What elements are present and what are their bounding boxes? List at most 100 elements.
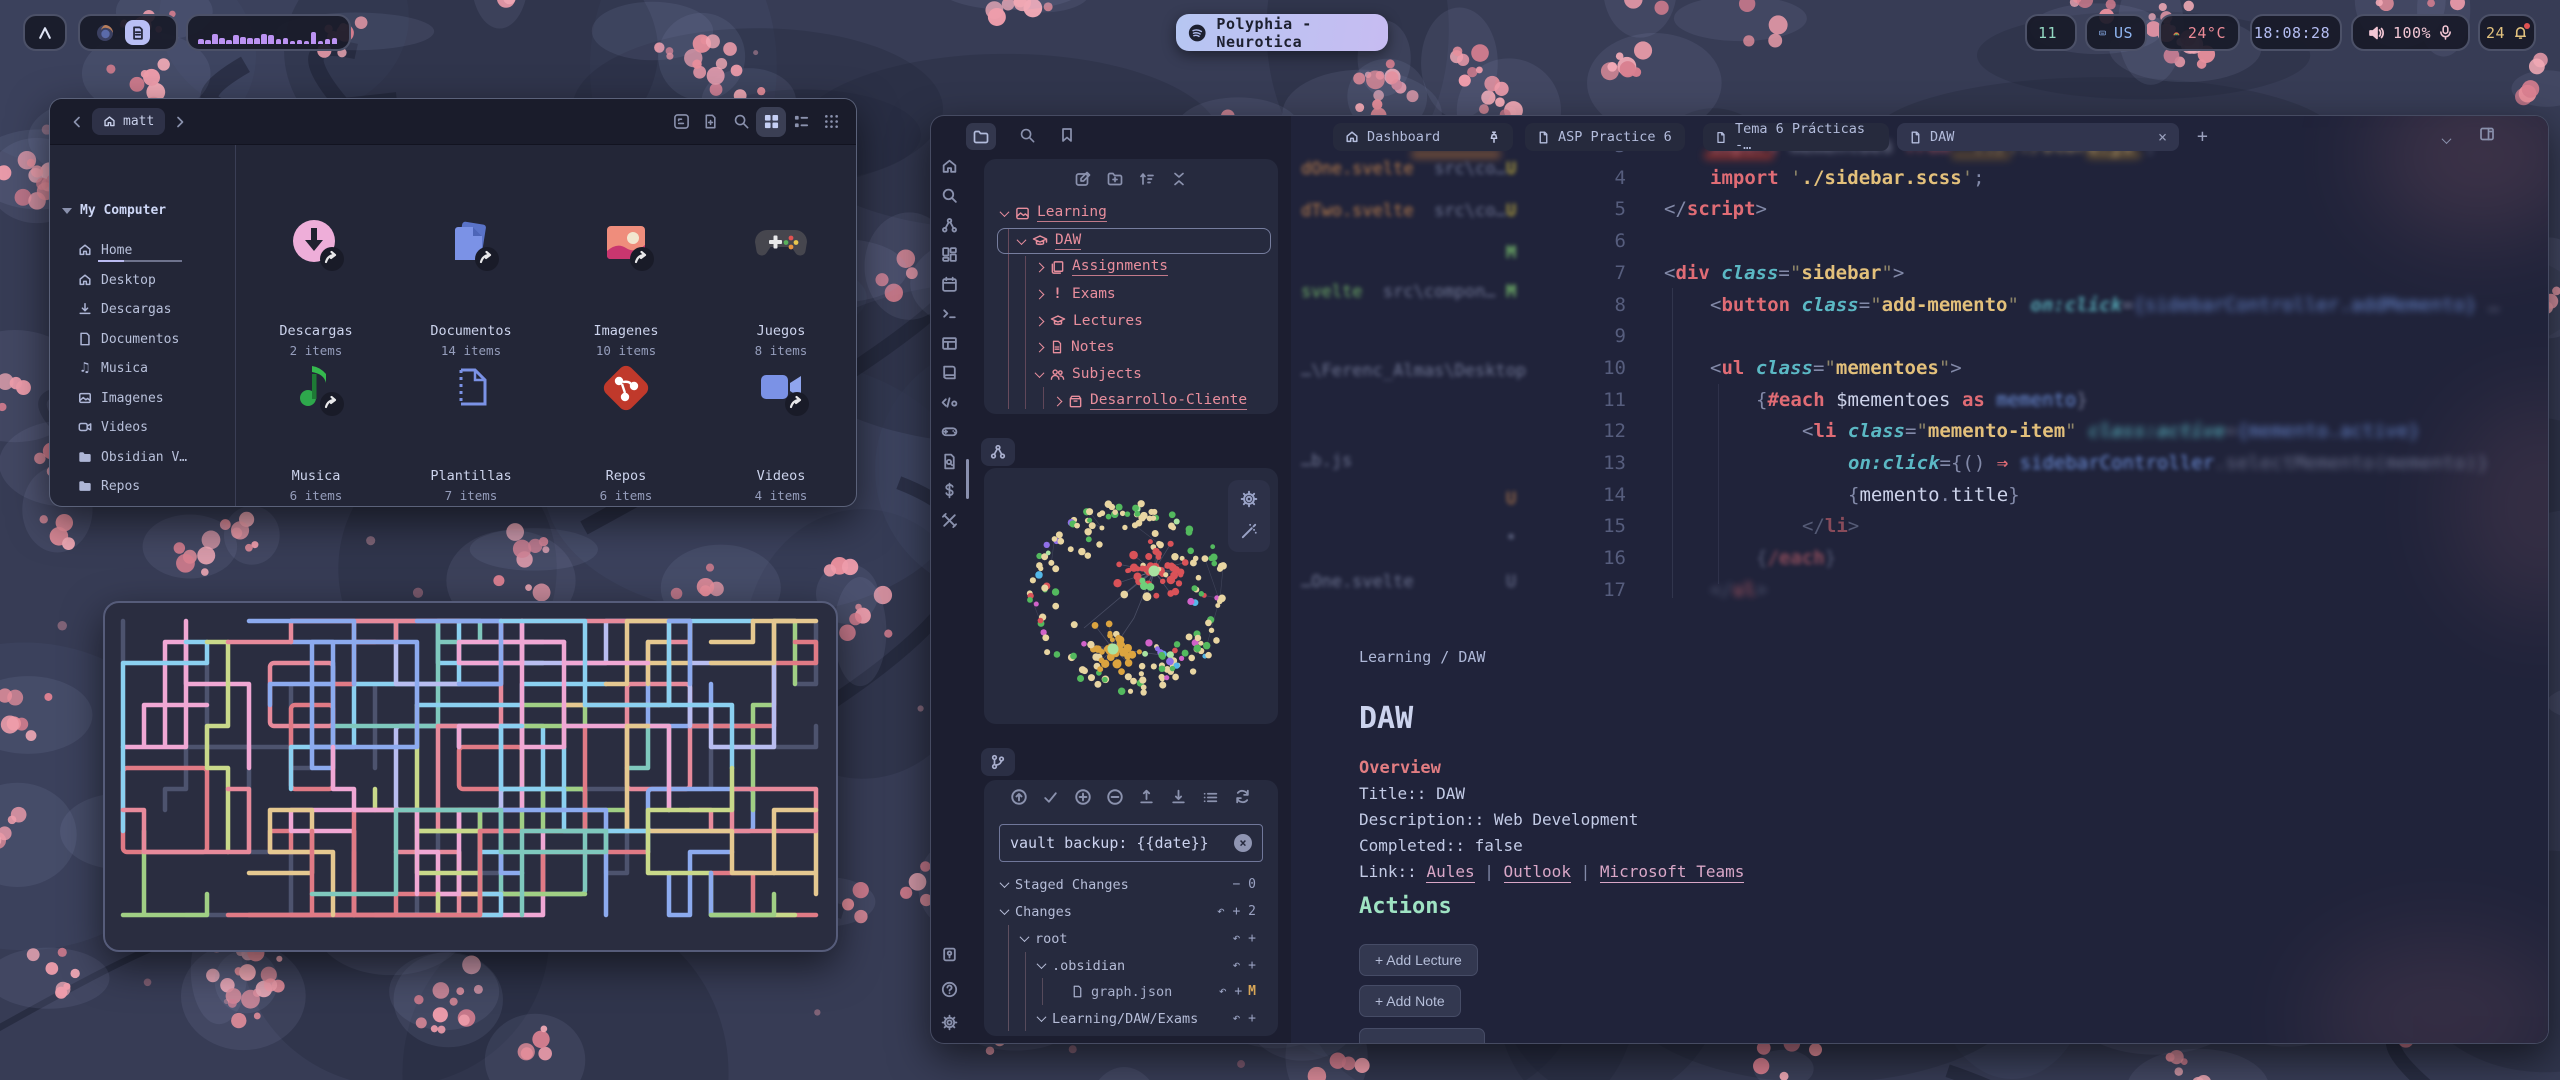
volume-widget[interactable]: 100% — [2351, 14, 2470, 51]
git-row-staged-changes[interactable]: Staged Changes− 0 — [984, 871, 1278, 898]
clock-widget[interactable]: 18:08:28 — [2250, 14, 2342, 51]
ribbon-dashboard-icon[interactable] — [939, 244, 959, 264]
home-icon — [1345, 130, 1359, 144]
split-view-button[interactable] — [2479, 126, 2495, 142]
ribbon-crossed-tools-icon[interactable] — [939, 510, 959, 530]
ribbon-terminal-icon[interactable] — [939, 303, 959, 323]
collapse-all-button[interactable] — [1171, 171, 1187, 187]
ribbon-dollar-icon[interactable] — [939, 480, 959, 500]
git-commit-push-button[interactable] — [1010, 788, 1028, 806]
git-push-button[interactable] — [1138, 788, 1156, 806]
tree-row-lectures[interactable]: Lectures — [984, 308, 1278, 334]
tab-dashboard[interactable]: Dashboard — [1333, 123, 1513, 151]
tab-daw[interactable]: DAW × — [1897, 123, 2179, 151]
git-changelist-button[interactable] — [1202, 789, 1220, 807]
clear-commit-button[interactable]: × — [1234, 834, 1252, 852]
graph-view-tab[interactable] — [981, 438, 1015, 466]
open-terminal-button[interactable] — [666, 107, 696, 137]
compact-view-button[interactable] — [816, 107, 846, 137]
link-aules[interactable]: Aules — [1426, 862, 1474, 883]
sidebar-item-desktop[interactable]: Desktop — [50, 267, 235, 293]
tree-row-daw[interactable]: DAW — [984, 228, 1278, 254]
nav-back-button[interactable] — [62, 107, 92, 137]
search-tab-button[interactable] — [1019, 127, 1036, 144]
bookmarks-tab-button[interactable] — [1059, 127, 1075, 143]
new-folder-button[interactable] — [1107, 171, 1123, 187]
add-lecture-button[interactable]: + Add Lecture — [1359, 944, 1478, 976]
ribbon-calendar-icon[interactable] — [939, 274, 959, 294]
sidebar-item-repos[interactable]: Repos — [50, 473, 235, 499]
workspaces-widget[interactable] — [78, 14, 178, 51]
ribbon-file-search-icon[interactable] — [939, 451, 959, 471]
link-microsoft-teams[interactable]: Microsoft Teams — [1600, 862, 1745, 883]
breadcrumb[interactable]: matt — [92, 108, 165, 135]
list-view-button[interactable] — [786, 107, 816, 137]
keyboard-layout-widget[interactable]: US — [2085, 14, 2147, 51]
commit-message-input[interactable] — [1010, 834, 1226, 852]
note-breadcrumb[interactable]: Learning / DAW — [1359, 648, 1485, 666]
ribbon-help-icon[interactable] — [939, 979, 959, 999]
ribbon-vault-icon[interactable] — [939, 944, 959, 964]
git-row-graph-json[interactable]: graph.json↶ +M — [984, 978, 1278, 1005]
nav-forward-button[interactable] — [165, 107, 195, 137]
tree-row-exams[interactable]: !Exams — [984, 281, 1278, 307]
tree-row-desarrollo-cliente[interactable]: Desarrollo-Cliente — [984, 388, 1278, 414]
notifications-widget[interactable]: 24 — [2478, 14, 2536, 51]
sidebar-item-imagenes[interactable]: Imagenes — [50, 385, 235, 411]
link-outlook[interactable]: Outlook — [1504, 862, 1571, 883]
ribbon-table-icon[interactable] — [939, 333, 959, 353]
sidebar-item-obsidian-vault[interactable]: Obsidian V… — [50, 444, 235, 470]
toggle-explorer-button[interactable] — [966, 123, 996, 150]
tab-asp-practice-6[interactable]: ASP Practice 6 — [1525, 123, 1685, 151]
sidebar-item-videos[interactable]: Videos — [50, 414, 235, 440]
tab-list-button[interactable] — [2443, 129, 2450, 148]
git-tab[interactable] — [981, 748, 1015, 776]
ribbon-search-icon[interactable] — [939, 185, 959, 205]
graph-settings-button[interactable] — [1240, 490, 1258, 508]
exclamation-icon: ! — [1050, 286, 1065, 302]
git-unstage-all-button[interactable] — [1106, 788, 1124, 806]
close-tab-icon[interactable]: × — [2158, 128, 2167, 146]
tree-row-subjects[interactable]: Subjects — [984, 361, 1278, 387]
tab-tema-6-practicas[interactable]: Tema 6 Prácticas -… — [1703, 123, 1889, 151]
updates-widget[interactable]: 11 — [2025, 14, 2077, 51]
ribbon-code-template-icon[interactable] — [939, 392, 959, 412]
music-widget[interactable]: Polyphia - Neurotica — [1176, 14, 1388, 51]
document-icon — [1537, 131, 1550, 144]
ribbon-gear-icon[interactable] — [939, 1012, 959, 1032]
search-button[interactable] — [726, 107, 756, 137]
git-stage-all-button[interactable] — [1074, 788, 1092, 806]
tree-row-notes[interactable]: Notes — [984, 334, 1278, 360]
sidebar-item-juegos[interactable]: Juegos — [50, 503, 235, 507]
git-commit-button[interactable] — [1042, 789, 1060, 807]
tree-row-assignments[interactable]: Assignments — [984, 254, 1278, 280]
ribbon-gamepad-icon[interactable] — [939, 421, 959, 441]
launcher-button[interactable] — [23, 14, 67, 51]
git-pull-button[interactable] — [1170, 788, 1188, 806]
weather-widget[interactable]: 24°C — [2159, 14, 2240, 51]
ribbon-graph-icon[interactable] — [939, 215, 959, 235]
git-row-changes[interactable]: Changes↶ + 2 — [984, 898, 1278, 925]
ribbon-book-icon[interactable] — [939, 362, 959, 382]
new-tab-button[interactable]: + — [2197, 126, 2208, 147]
sidebar-item-musica[interactable]: ♫Musica — [50, 355, 235, 381]
git-row-root[interactable]: root↶ + — [984, 925, 1278, 952]
git-refresh-button[interactable] — [1234, 788, 1252, 806]
ribbon-home-icon[interactable] — [939, 156, 959, 176]
new-folder-button[interactable] — [696, 107, 726, 137]
tree-row-learning[interactable]: Learning — [984, 200, 1278, 226]
sidebar-item-home[interactable]: Home — [50, 237, 235, 263]
sidebar-item-documentos[interactable]: Documentos — [50, 326, 235, 352]
workspace-notes[interactable] — [125, 20, 150, 45]
new-note-button[interactable] — [1075, 171, 1091, 187]
git-row-obsidian-folder[interactable]: .obsidian↶ + — [984, 952, 1278, 979]
partial-action-button[interactable] — [1359, 1028, 1485, 1044]
grid-view-button[interactable] — [756, 107, 786, 137]
workspace-firefox[interactable] — [92, 20, 117, 45]
git-row-learning-daw-exams[interactable]: Learning/DAW/Exams↶ + — [984, 1005, 1278, 1032]
sidebar-section[interactable]: My Computer — [62, 203, 166, 218]
sort-button[interactable] — [1139, 171, 1155, 187]
graph-filter-button[interactable] — [1240, 522, 1258, 540]
sidebar-item-descargas[interactable]: Descargas — [50, 296, 235, 322]
add-note-button[interactable]: + Add Note — [1359, 985, 1461, 1017]
